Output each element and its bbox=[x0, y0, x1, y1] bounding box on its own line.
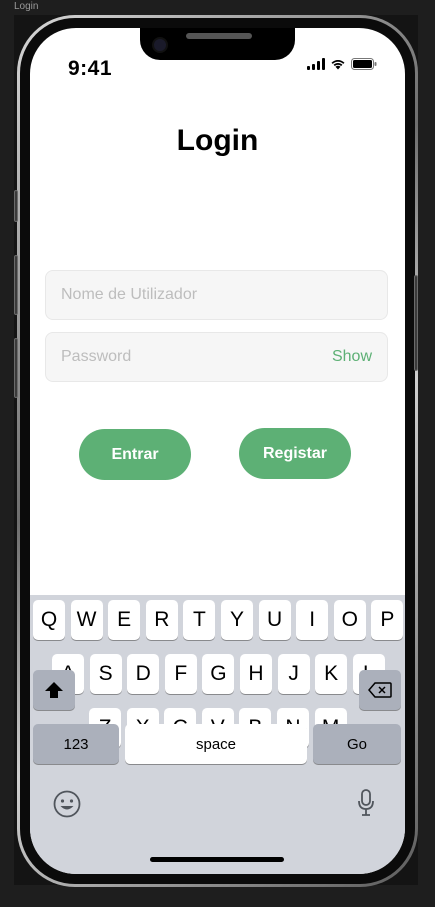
mute-switch bbox=[14, 190, 18, 222]
emoji-icon[interactable] bbox=[53, 790, 81, 818]
screen: 9:41 Login Nome de Utilizador Show Entra… bbox=[30, 28, 405, 874]
shift-icon bbox=[45, 682, 63, 698]
speaker-grille bbox=[186, 33, 252, 39]
key-i[interactable]: I bbox=[296, 600, 329, 640]
numbers-key[interactable]: 123 bbox=[33, 724, 119, 764]
microphone-icon[interactable] bbox=[357, 789, 375, 817]
go-key[interactable]: Go bbox=[313, 724, 401, 764]
key-r[interactable]: R bbox=[145, 600, 178, 640]
enter-button[interactable]: Entrar bbox=[79, 429, 191, 480]
key-o[interactable]: O bbox=[333, 600, 366, 640]
backspace-icon bbox=[368, 682, 392, 698]
key-u[interactable]: U bbox=[258, 600, 291, 640]
power-button bbox=[414, 275, 418, 371]
key-y[interactable]: Y bbox=[221, 600, 253, 640]
key-s[interactable]: S bbox=[89, 654, 122, 694]
show-password-button[interactable]: Show bbox=[332, 348, 372, 366]
frame-label: Login bbox=[14, 1, 39, 12]
backspace-key[interactable] bbox=[359, 670, 401, 710]
key-d[interactable]: D bbox=[127, 654, 160, 694]
wifi-icon bbox=[331, 60, 345, 70]
front-camera-icon bbox=[152, 37, 168, 53]
username-field[interactable] bbox=[45, 270, 388, 320]
key-e[interactable]: E bbox=[108, 600, 141, 640]
password-field[interactable]: Show bbox=[45, 332, 388, 382]
volume-down-button bbox=[14, 338, 18, 398]
key-k[interactable]: K bbox=[315, 654, 348, 694]
username-input[interactable] bbox=[61, 271, 311, 319]
keyboard: QWERTYUIOP ASDFGHJKL ZXCVBNM 123 space bbox=[30, 595, 405, 874]
key-g[interactable]: G bbox=[202, 654, 235, 694]
key-t[interactable]: T bbox=[183, 600, 216, 640]
key-f[interactable]: F bbox=[164, 654, 197, 694]
phone-bezel: 9:41 Login Nome de Utilizador Show Entra… bbox=[20, 18, 415, 884]
register-button[interactable]: Registar bbox=[239, 428, 351, 479]
password-input[interactable] bbox=[61, 333, 311, 381]
volume-up-button bbox=[14, 255, 18, 315]
home-indicator bbox=[150, 857, 284, 862]
key-w[interactable]: W bbox=[70, 600, 103, 640]
space-key[interactable]: space bbox=[125, 724, 307, 764]
phone-frame: 9:41 Login Nome de Utilizador Show Entra… bbox=[17, 15, 418, 887]
key-p[interactable]: P bbox=[371, 600, 404, 640]
key-q[interactable]: Q bbox=[33, 600, 65, 640]
shift-key[interactable] bbox=[33, 670, 75, 710]
page-title: Login bbox=[176, 124, 259, 157]
cellular-signal-icon bbox=[307, 58, 325, 70]
battery-icon bbox=[351, 58, 377, 70]
status-time: 9:41 bbox=[68, 57, 113, 80]
key-h[interactable]: H bbox=[240, 654, 272, 694]
status-icons bbox=[307, 58, 377, 70]
key-j[interactable]: J bbox=[277, 654, 310, 694]
